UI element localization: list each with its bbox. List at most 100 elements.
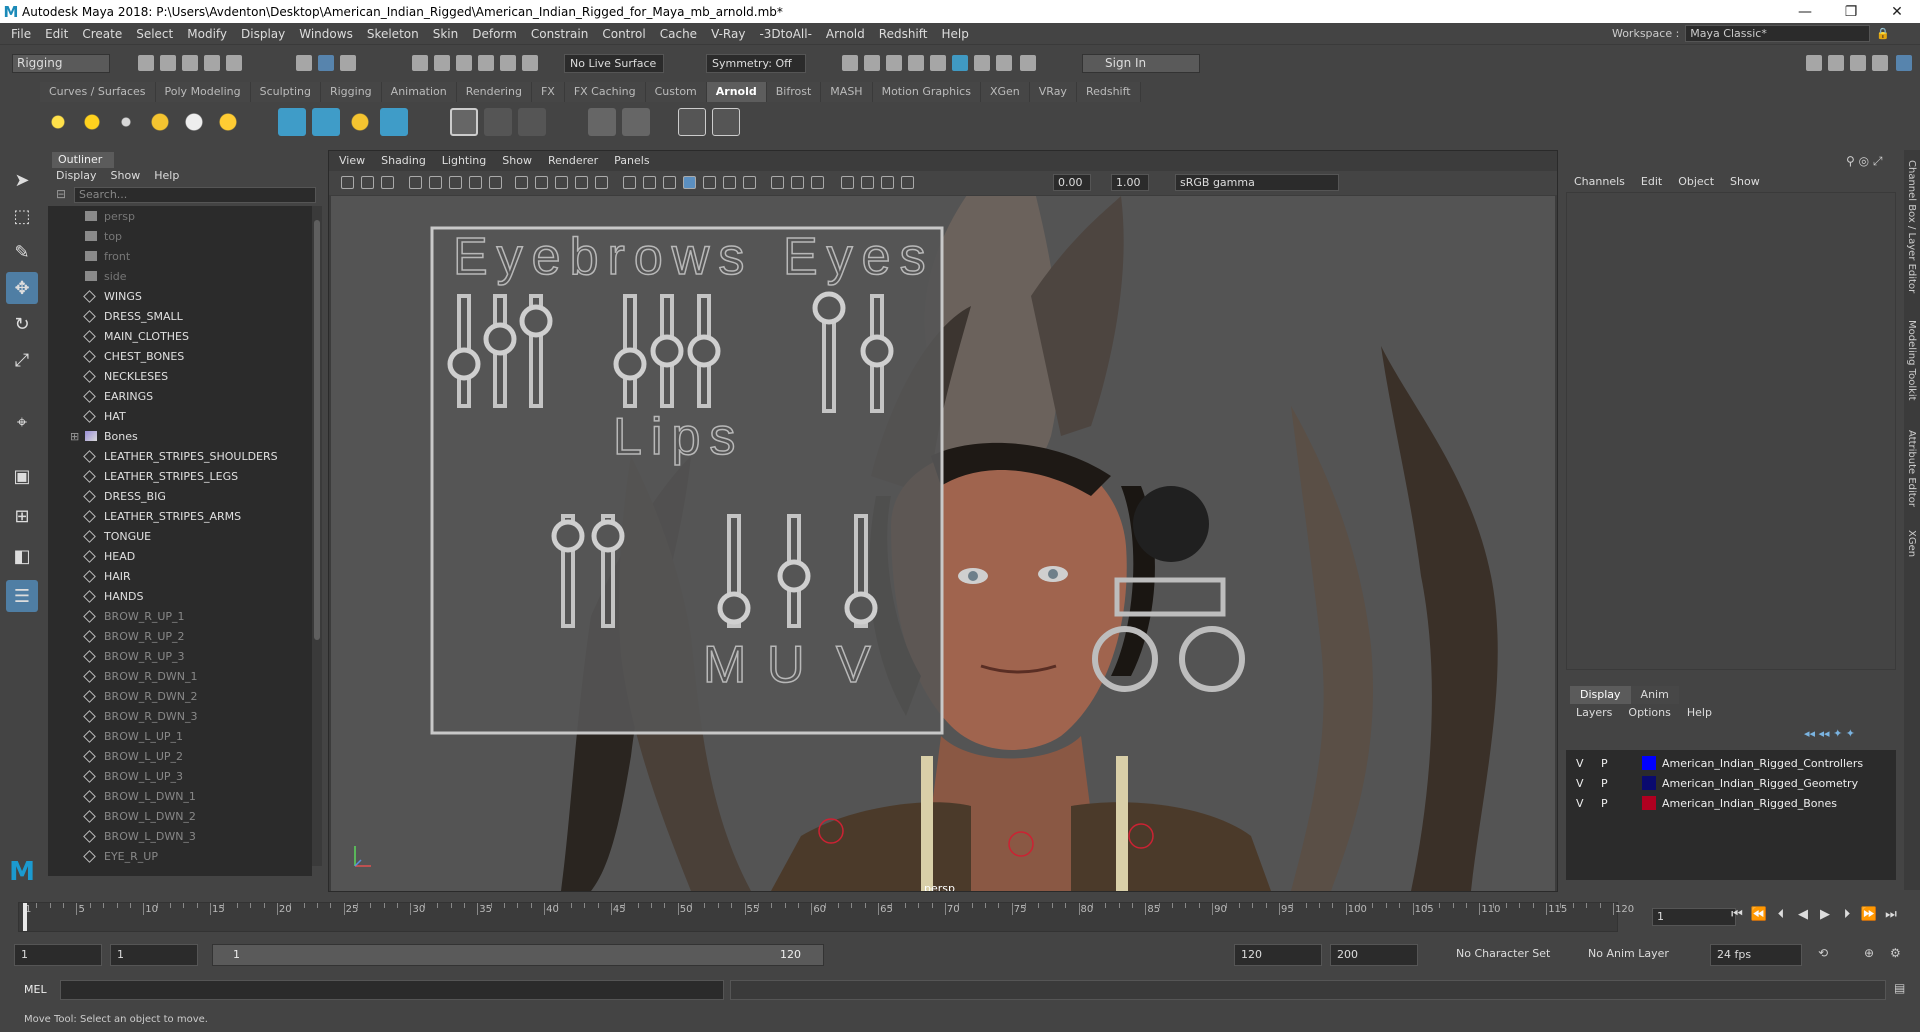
side-tab-modeling-toolkit[interactable]: Modeling Toolkit: [1906, 320, 1917, 401]
outliner-item[interactable]: BROW_L_UP_3: [48, 766, 312, 786]
outliner-item[interactable]: LEATHER_STRIPES_ARMS: [48, 506, 312, 526]
side-tab-channel-box[interactable]: Channel Box / Layer Editor: [1906, 160, 1917, 293]
maximize-button[interactable]: ❐: [1828, 0, 1874, 23]
outliner-item[interactable]: BROW_R_DWN_3: [48, 706, 312, 726]
close-button[interactable]: ✕: [1874, 0, 1920, 23]
viewport-tool-icon[interactable]: [723, 176, 736, 189]
outliner-menu-display[interactable]: Display: [56, 169, 97, 182]
curve-collector-icon[interactable]: [346, 108, 374, 136]
tab-curves-surfaces[interactable]: Curves / Surfaces: [40, 82, 156, 102]
snap-point-icon[interactable]: [456, 55, 472, 71]
outliner-item[interactable]: EARINGS: [48, 386, 312, 406]
redo-icon[interactable]: [226, 55, 242, 71]
physical-sky-icon[interactable]: [214, 108, 242, 136]
light-portal-icon[interactable]: [180, 108, 208, 136]
standin-icon[interactable]: [278, 108, 306, 136]
outliner-item[interactable]: LEATHER_STRIPES_SHOULDERS: [48, 446, 312, 466]
mel-label[interactable]: MEL: [24, 983, 47, 996]
layers-options-menu[interactable]: Options: [1628, 706, 1670, 719]
viewport-tool-icon[interactable]: [489, 176, 502, 189]
tab-poly-modeling[interactable]: Poly Modeling: [155, 82, 251, 102]
layer-row[interactable]: V P American_Indian_Rigged_Controllers: [1566, 753, 1896, 773]
outliner-item[interactable]: HAIR: [48, 566, 312, 586]
outliner-item[interactable]: BROW_L_DWN_2: [48, 806, 312, 826]
play-forward-icon[interactable]: ▶: [1816, 907, 1834, 927]
animation-end-field[interactable]: 200: [1330, 944, 1418, 966]
viewport-tool-icon[interactable]: [409, 176, 422, 189]
symmetry-dropdown[interactable]: Symmetry: Off: [706, 54, 806, 73]
menu-vray[interactable]: V-Ray: [704, 27, 752, 41]
channel-box-icon[interactable]: [1872, 55, 1888, 71]
viewport-tool-icon[interactable]: [623, 176, 636, 189]
range-bar[interactable]: 1 120: [212, 944, 824, 966]
single-perspective-layout-icon[interactable]: ▣: [6, 460, 38, 492]
near-clip-field[interactable]: 0.00: [1053, 174, 1091, 191]
layer-color-swatch[interactable]: [1642, 756, 1656, 770]
outliner-item[interactable]: BROW_R_UP_3: [48, 646, 312, 666]
viewport-tool-icon[interactable]: [341, 176, 354, 189]
menu-display[interactable]: Display: [234, 27, 292, 41]
menu-file[interactable]: File: [4, 27, 38, 41]
side-tab-attribute-editor[interactable]: Attribute Editor: [1906, 430, 1917, 507]
snap-together-icon[interactable]: [974, 55, 990, 71]
viewport-tool-icon[interactable]: [683, 176, 696, 189]
channels-edit-menu[interactable]: Edit: [1641, 175, 1662, 188]
animation-start-field[interactable]: 1: [14, 944, 102, 966]
playback-start-field[interactable]: 1: [110, 944, 198, 966]
step-back-key-icon[interactable]: ⏪: [1750, 907, 1768, 927]
layer-color-swatch[interactable]: [1642, 776, 1656, 790]
outliner-item[interactable]: CHEST_BONES: [48, 346, 312, 366]
rotate-tool-icon[interactable]: ↻: [6, 308, 38, 340]
outliner-item[interactable]: BROW_R_DWN_1: [48, 666, 312, 686]
menu-set-dropdown[interactable]: Rigging: [12, 54, 110, 73]
outliner-item[interactable]: BROW_L_UP_2: [48, 746, 312, 766]
step-back-frame-icon[interactable]: ⏴: [1772, 907, 1790, 927]
layer-row[interactable]: V P American_Indian_Rigged_Geometry: [1566, 773, 1896, 793]
tab-fx[interactable]: FX: [531, 82, 565, 102]
tab-custom[interactable]: Custom: [645, 82, 707, 102]
select-component-icon[interactable]: [340, 55, 356, 71]
open-scene-icon[interactable]: [160, 55, 176, 71]
viewport-tool-icon[interactable]: [575, 176, 588, 189]
undo-icon[interactable]: [204, 55, 220, 71]
licensing-icon[interactable]: [588, 108, 616, 136]
select-hierarchy-icon[interactable]: [296, 55, 312, 71]
character-set-dropdown[interactable]: No Character Set: [1450, 944, 1560, 966]
select-tool-icon[interactable]: ➤: [6, 164, 38, 196]
viewport-tool-icon[interactable]: [841, 176, 854, 189]
outliner-item[interactable]: MAIN_CLOTHES: [48, 326, 312, 346]
mel-input[interactable]: [60, 980, 724, 1000]
outliner-item[interactable]: front: [48, 246, 312, 266]
layer-playback-toggle[interactable]: P: [1601, 757, 1608, 770]
menu-arnold[interactable]: Arnold: [819, 27, 872, 41]
pause-viewport-icon[interactable]: [996, 55, 1012, 71]
make-live-icon[interactable]: [522, 55, 538, 71]
outliner-item[interactable]: HAT: [48, 406, 312, 426]
step-forward-frame-icon[interactable]: ⏵: [1838, 907, 1856, 927]
tab-animation[interactable]: Animation: [381, 82, 457, 102]
outliner-item[interactable]: BROW_L_DWN_1: [48, 786, 312, 806]
outliner-item[interactable]: top: [48, 226, 312, 246]
tx-manager-icon[interactable]: [484, 108, 512, 136]
script-editor-icon[interactable]: ▤: [1894, 981, 1905, 995]
play-backward-icon[interactable]: ◀: [1794, 907, 1812, 927]
flush-caches-icon[interactable]: [518, 108, 546, 136]
viewport-tool-icon[interactable]: [861, 176, 874, 189]
tab-mash[interactable]: MASH: [821, 82, 873, 102]
sign-in-dropdown[interactable]: Sign In: [1082, 54, 1200, 73]
outliner-item[interactable]: persp: [48, 206, 312, 226]
export-standin-icon[interactable]: [312, 108, 340, 136]
current-frame-field[interactable]: 1: [1652, 908, 1736, 926]
menu-help[interactable]: Help: [934, 27, 975, 41]
layers-help-menu[interactable]: Help: [1687, 706, 1712, 719]
paint-select-tool-icon[interactable]: ✎: [6, 236, 38, 268]
layers-menu[interactable]: Layers: [1576, 706, 1612, 719]
attribute-editor-icon[interactable]: [1828, 55, 1844, 71]
menu-cache[interactable]: Cache: [653, 27, 704, 41]
fps-dropdown[interactable]: 24 fps: [1710, 944, 1802, 966]
viewport-tool-icon[interactable]: [663, 176, 676, 189]
select-object-icon[interactable]: [318, 55, 334, 71]
render-view-shelf-icon[interactable]: [450, 108, 478, 136]
viewport-tool-icon[interactable]: [381, 176, 394, 189]
layer-visibility-toggle[interactable]: V: [1576, 777, 1584, 790]
